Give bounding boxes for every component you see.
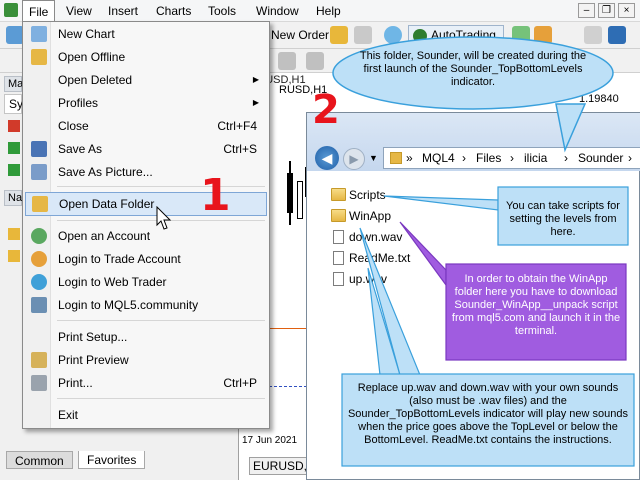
step-number-1: 1 <box>200 170 231 221</box>
callout-pointer <box>555 103 587 153</box>
callout-winapp-text: In order to obtain the WinApp folder her… <box>451 273 621 337</box>
step-number-2: 2 <box>312 87 340 133</box>
callout-pointer <box>399 221 447 287</box>
callout-folder-text: This folder, Sounder, will be created du… <box>359 50 587 88</box>
callout-pointer <box>383 195 499 211</box>
callout-replace-line: Replace up.wav and down.wav with your ow… <box>357 382 619 407</box>
callout-scripts-text: You can take scripts for setting the lev… <box>506 200 620 238</box>
callout-replace-line: ReadMe.txt contains the instructions. <box>431 434 612 446</box>
callout-replace-text: Replace up.wav and down.wav with your ow… <box>346 382 630 447</box>
